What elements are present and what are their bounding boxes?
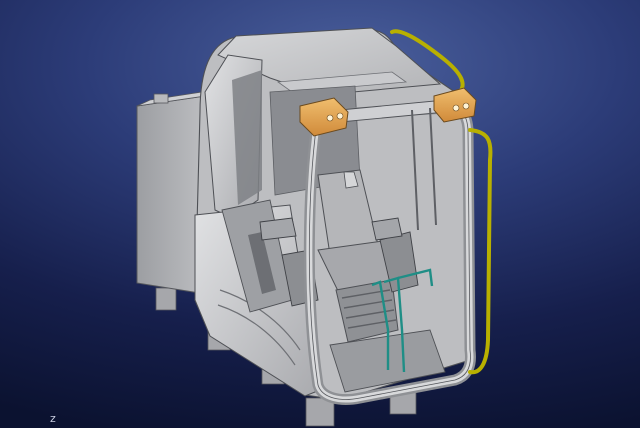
z-axis-label: z <box>50 412 56 425</box>
3d-viewport[interactable] <box>0 0 640 428</box>
vent-cap <box>153 93 169 104</box>
cab-model[interactable] <box>136 27 493 427</box>
